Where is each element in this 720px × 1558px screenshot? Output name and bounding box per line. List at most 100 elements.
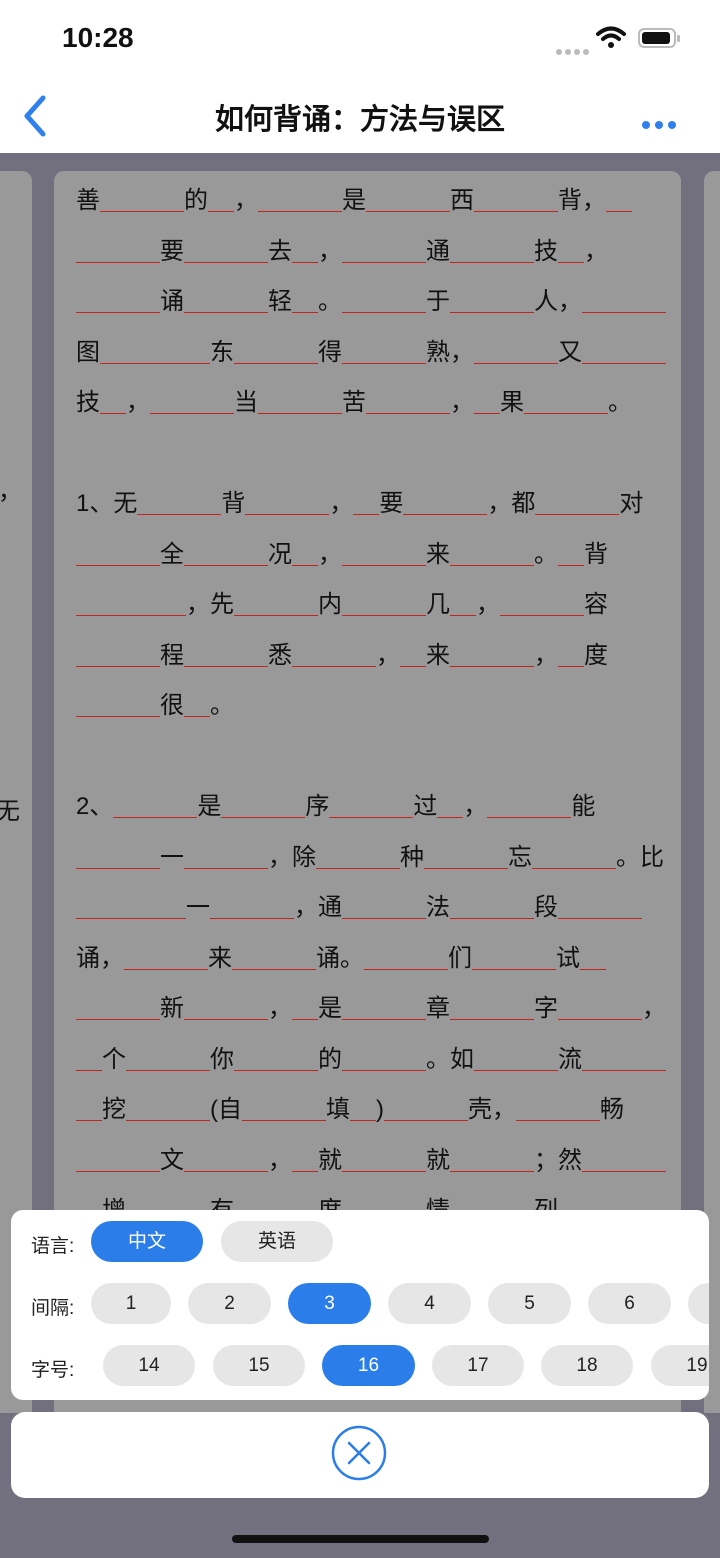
cloze-blank[interactable] xyxy=(76,1141,160,1172)
cloze-blank[interactable] xyxy=(403,484,488,515)
cloze-blank[interactable] xyxy=(535,484,620,515)
cloze-blank[interactable] xyxy=(342,1141,426,1172)
cloze-blank[interactable] xyxy=(353,484,380,515)
cloze-blank[interactable] xyxy=(342,888,426,919)
cloze-blank[interactable] xyxy=(366,181,450,212)
cloze-blank[interactable] xyxy=(258,181,342,212)
cloze-blank[interactable] xyxy=(76,1090,102,1121)
cloze-blank[interactable] xyxy=(580,939,606,970)
cloze-blank[interactable] xyxy=(342,585,426,616)
cloze-blank[interactable] xyxy=(474,1040,558,1071)
cloze-blank[interactable] xyxy=(126,1040,210,1071)
cloze-blank[interactable] xyxy=(342,282,426,313)
interval-option-4[interactable]: 4 xyxy=(388,1283,471,1324)
cloze-blank[interactable] xyxy=(76,636,160,667)
cloze-blank[interactable] xyxy=(232,939,316,970)
cloze-blank[interactable] xyxy=(76,838,160,869)
cloze-blank[interactable] xyxy=(208,181,234,212)
language-option-english[interactable]: 英语 xyxy=(221,1221,333,1262)
cloze-blank[interactable] xyxy=(316,838,400,869)
cloze-blank[interactable] xyxy=(342,232,426,263)
cloze-blank[interactable] xyxy=(292,989,318,1020)
cloze-blank[interactable] xyxy=(184,636,268,667)
cloze-blank[interactable] xyxy=(137,484,222,515)
cloze-blank[interactable] xyxy=(474,333,558,364)
cloze-blank[interactable] xyxy=(450,232,534,263)
font-size-option-19[interactable]: 19 xyxy=(651,1345,709,1386)
cloze-blank[interactable] xyxy=(606,181,632,212)
cloze-blank[interactable] xyxy=(582,1040,666,1071)
cloze-blank[interactable] xyxy=(366,383,450,414)
cloze-blank[interactable] xyxy=(245,484,330,515)
cloze-blank[interactable] xyxy=(234,585,318,616)
cloze-blank[interactable] xyxy=(450,636,534,667)
cloze-blank[interactable] xyxy=(558,232,584,263)
interval-option-2[interactable]: 2 xyxy=(188,1283,271,1324)
interval-option-5[interactable]: 5 xyxy=(488,1283,571,1324)
cloze-blank[interactable] xyxy=(150,383,234,414)
cloze-blank[interactable] xyxy=(184,838,268,869)
cloze-blank[interactable] xyxy=(160,585,186,616)
cloze-blank[interactable] xyxy=(126,333,210,364)
cloze-blank[interactable] xyxy=(474,383,500,414)
interval-option-6[interactable]: 6 xyxy=(588,1283,671,1324)
cloze-blank[interactable] xyxy=(221,787,306,818)
cloze-blank[interactable] xyxy=(342,535,426,566)
cloze-blank[interactable] xyxy=(474,181,558,212)
close-circle-icon[interactable] xyxy=(331,1425,387,1481)
cloze-blank[interactable] xyxy=(100,383,126,414)
cloze-blank[interactable] xyxy=(113,787,198,818)
cloze-blank[interactable] xyxy=(234,1040,318,1071)
interval-option-1[interactable]: 1 xyxy=(91,1283,171,1324)
language-option-chinese[interactable]: 中文 xyxy=(91,1221,203,1262)
cloze-blank[interactable] xyxy=(292,282,318,313)
cloze-blank[interactable] xyxy=(76,282,160,313)
cloze-blank[interactable] xyxy=(342,1040,426,1071)
font-size-option-15[interactable]: 15 xyxy=(213,1345,305,1386)
cloze-blank[interactable] xyxy=(292,636,376,667)
cloze-blank[interactable] xyxy=(210,888,294,919)
cloze-blank[interactable] xyxy=(450,1141,534,1172)
cloze-blank[interactable] xyxy=(124,939,208,970)
cloze-blank[interactable] xyxy=(450,888,534,919)
cloze-blank[interactable] xyxy=(76,535,160,566)
cloze-blank[interactable] xyxy=(582,333,666,364)
cloze-blank[interactable] xyxy=(329,787,414,818)
cloze-blank[interactable] xyxy=(500,585,584,616)
interval-option-3[interactable]: 3 xyxy=(288,1283,371,1324)
cloze-blank[interactable] xyxy=(184,535,268,566)
font-size-option-14[interactable]: 14 xyxy=(103,1345,195,1386)
interval-option-7[interactable] xyxy=(688,1283,709,1324)
cloze-blank[interactable] xyxy=(292,535,318,566)
cloze-blank[interactable] xyxy=(184,686,210,717)
cloze-blank[interactable] xyxy=(437,787,464,818)
cloze-blank[interactable] xyxy=(76,888,102,919)
cloze-blank[interactable] xyxy=(364,939,448,970)
cloze-blank[interactable] xyxy=(258,383,342,414)
cloze-blank[interactable] xyxy=(100,333,126,364)
cloze-blank[interactable] xyxy=(76,1040,102,1071)
cloze-blank[interactable] xyxy=(424,838,508,869)
cloze-blank[interactable] xyxy=(558,989,642,1020)
cloze-blank[interactable] xyxy=(76,686,160,717)
cloze-blank[interactable] xyxy=(516,1090,600,1121)
cloze-blank[interactable] xyxy=(100,181,184,212)
cloze-blank[interactable] xyxy=(450,585,476,616)
font-size-option-17[interactable]: 17 xyxy=(432,1345,524,1386)
cloze-blank[interactable] xyxy=(342,333,426,364)
cloze-blank[interactable] xyxy=(558,888,642,919)
cloze-blank[interactable] xyxy=(450,535,534,566)
cloze-blank[interactable] xyxy=(400,636,426,667)
cloze-blank[interactable] xyxy=(76,989,160,1020)
cloze-blank[interactable] xyxy=(242,1090,326,1121)
cloze-blank[interactable] xyxy=(472,939,556,970)
font-size-option-18[interactable]: 18 xyxy=(541,1345,633,1386)
cloze-blank[interactable] xyxy=(487,787,572,818)
cloze-blank[interactable] xyxy=(184,232,268,263)
cloze-blank[interactable] xyxy=(450,282,534,313)
cloze-blank[interactable] xyxy=(184,989,268,1020)
cloze-blank[interactable] xyxy=(126,1090,210,1121)
cloze-blank[interactable] xyxy=(524,383,608,414)
cloze-blank[interactable] xyxy=(292,232,318,263)
cloze-blank[interactable] xyxy=(558,636,584,667)
